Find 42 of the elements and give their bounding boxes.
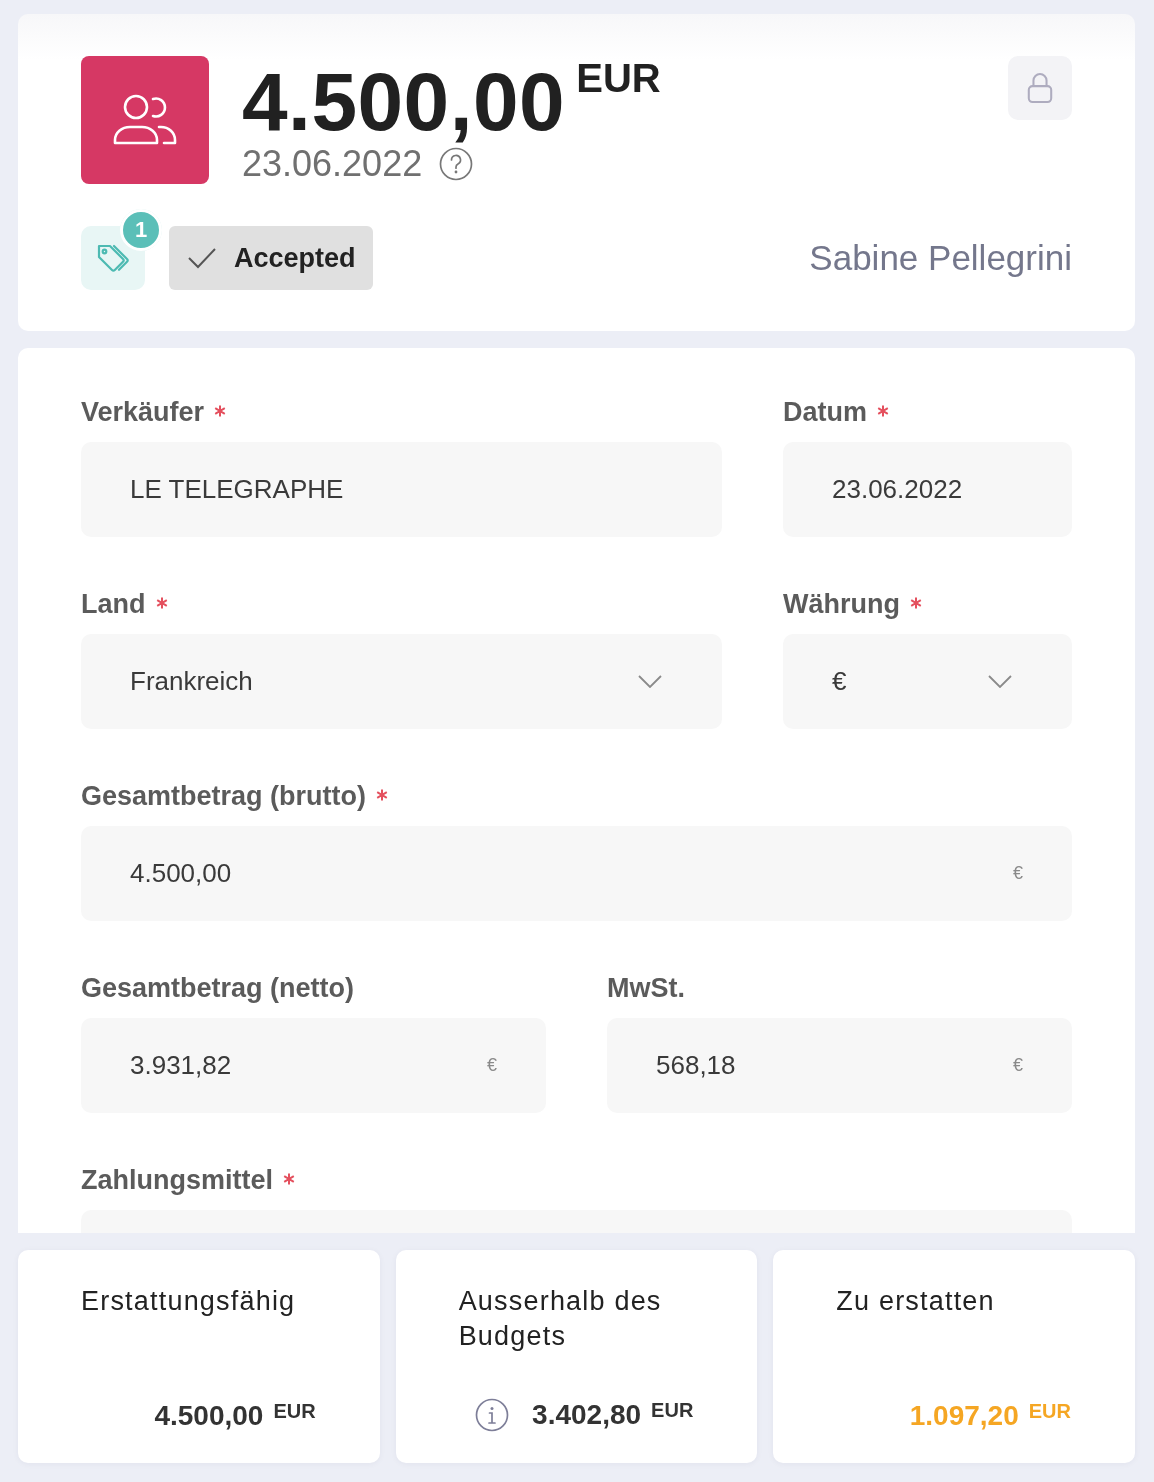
date-text: 23.06.2022 (242, 143, 423, 185)
field-label: Gesamtbetrag (brutto) (81, 780, 367, 812)
field-label: Währung (783, 588, 900, 620)
currency-label: EUR (576, 58, 661, 98)
amount-field[interactable]: 4.500,00 € (81, 826, 1072, 921)
tag-icon (96, 243, 130, 273)
lock-button[interactable] (1008, 56, 1072, 120)
summary-label: Ausserhalb des Budgets (458, 1285, 663, 1353)
select-field[interactable]: € (783, 634, 1072, 729)
currency-suffix: € (1013, 863, 1023, 884)
field-label: Verkäufer (81, 396, 205, 428)
amount-field[interactable]: 568,18 € (607, 1018, 1072, 1113)
currency-suffix: € (487, 1055, 497, 1076)
currency-label: EUR (651, 1400, 694, 1420)
info-icon[interactable] (475, 1398, 510, 1432)
chevron-icon (638, 675, 662, 688)
help-icon[interactable] (439, 146, 474, 181)
count-badge: 1 (120, 209, 162, 251)
field-label: Land (81, 588, 146, 620)
summary-amount: 4.500,00 (154, 1400, 264, 1432)
check-icon (187, 247, 217, 269)
people-icon (81, 56, 209, 184)
field-label: Gesamtbetrag (netto) (81, 972, 355, 1004)
summary-amount: 1.097,20 (909, 1400, 1019, 1432)
field-label: MwSt. (607, 972, 685, 1004)
summary-amount: 3.402,80 (532, 1399, 642, 1431)
currency-label: EUR (273, 1401, 316, 1421)
amount-field[interactable]: 3.931,82 € (81, 1018, 546, 1113)
select-field[interactable]: Frankreich (81, 634, 722, 729)
lock-icon (1026, 72, 1054, 104)
text-field[interactable]: LE TELEGRAPHE (81, 442, 722, 537)
currency-suffix: € (1013, 1055, 1023, 1076)
field-label: Datum (783, 396, 867, 428)
chevron-icon (988, 675, 1012, 688)
field-label: Zahlungsmittel (81, 1164, 273, 1196)
summary-label: Zu erstatten (836, 1285, 996, 1318)
currency-label: EUR (1028, 1401, 1071, 1421)
text-field[interactable]: 23.06.2022 (783, 442, 1072, 537)
summary-label: Erstattungsfähig (81, 1285, 297, 1318)
employee-name: Sabine Pellegrini (809, 238, 1072, 278)
status-text: Accepted (234, 242, 356, 274)
amount-text: 4.500,00 (242, 61, 566, 143)
